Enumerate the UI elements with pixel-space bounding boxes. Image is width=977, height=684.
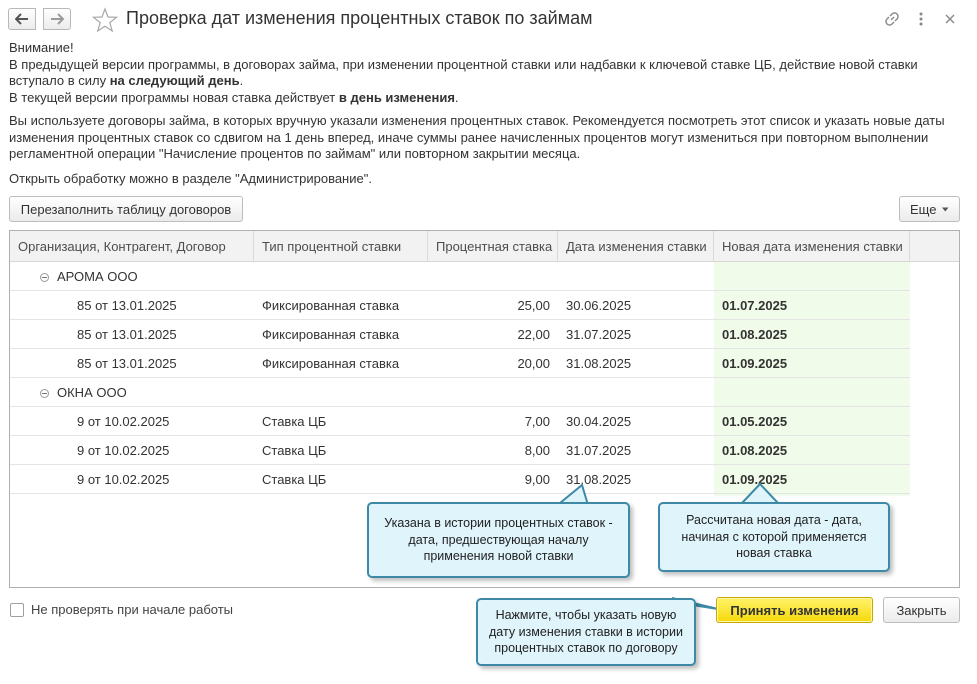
callout-pointers	[557, 482, 781, 610]
close-button[interactable]: Закрыть	[883, 597, 960, 623]
callout-pointer-calculated	[739, 482, 781, 504]
dont-check-label[interactable]: Не проверять при начале работы	[31, 602, 233, 617]
dont-check-checkbox[interactable]	[10, 603, 24, 617]
callout-history-date: Указана в истории процентных ставок - да…	[367, 502, 630, 578]
callout-calculated-date: Рассчитана новая дата - дата, начиная с …	[658, 502, 890, 572]
accept-changes-button[interactable]: Принять изменения	[716, 597, 873, 623]
callout-click-hint: Нажмите, чтобы указать новую дату измене…	[476, 598, 696, 666]
